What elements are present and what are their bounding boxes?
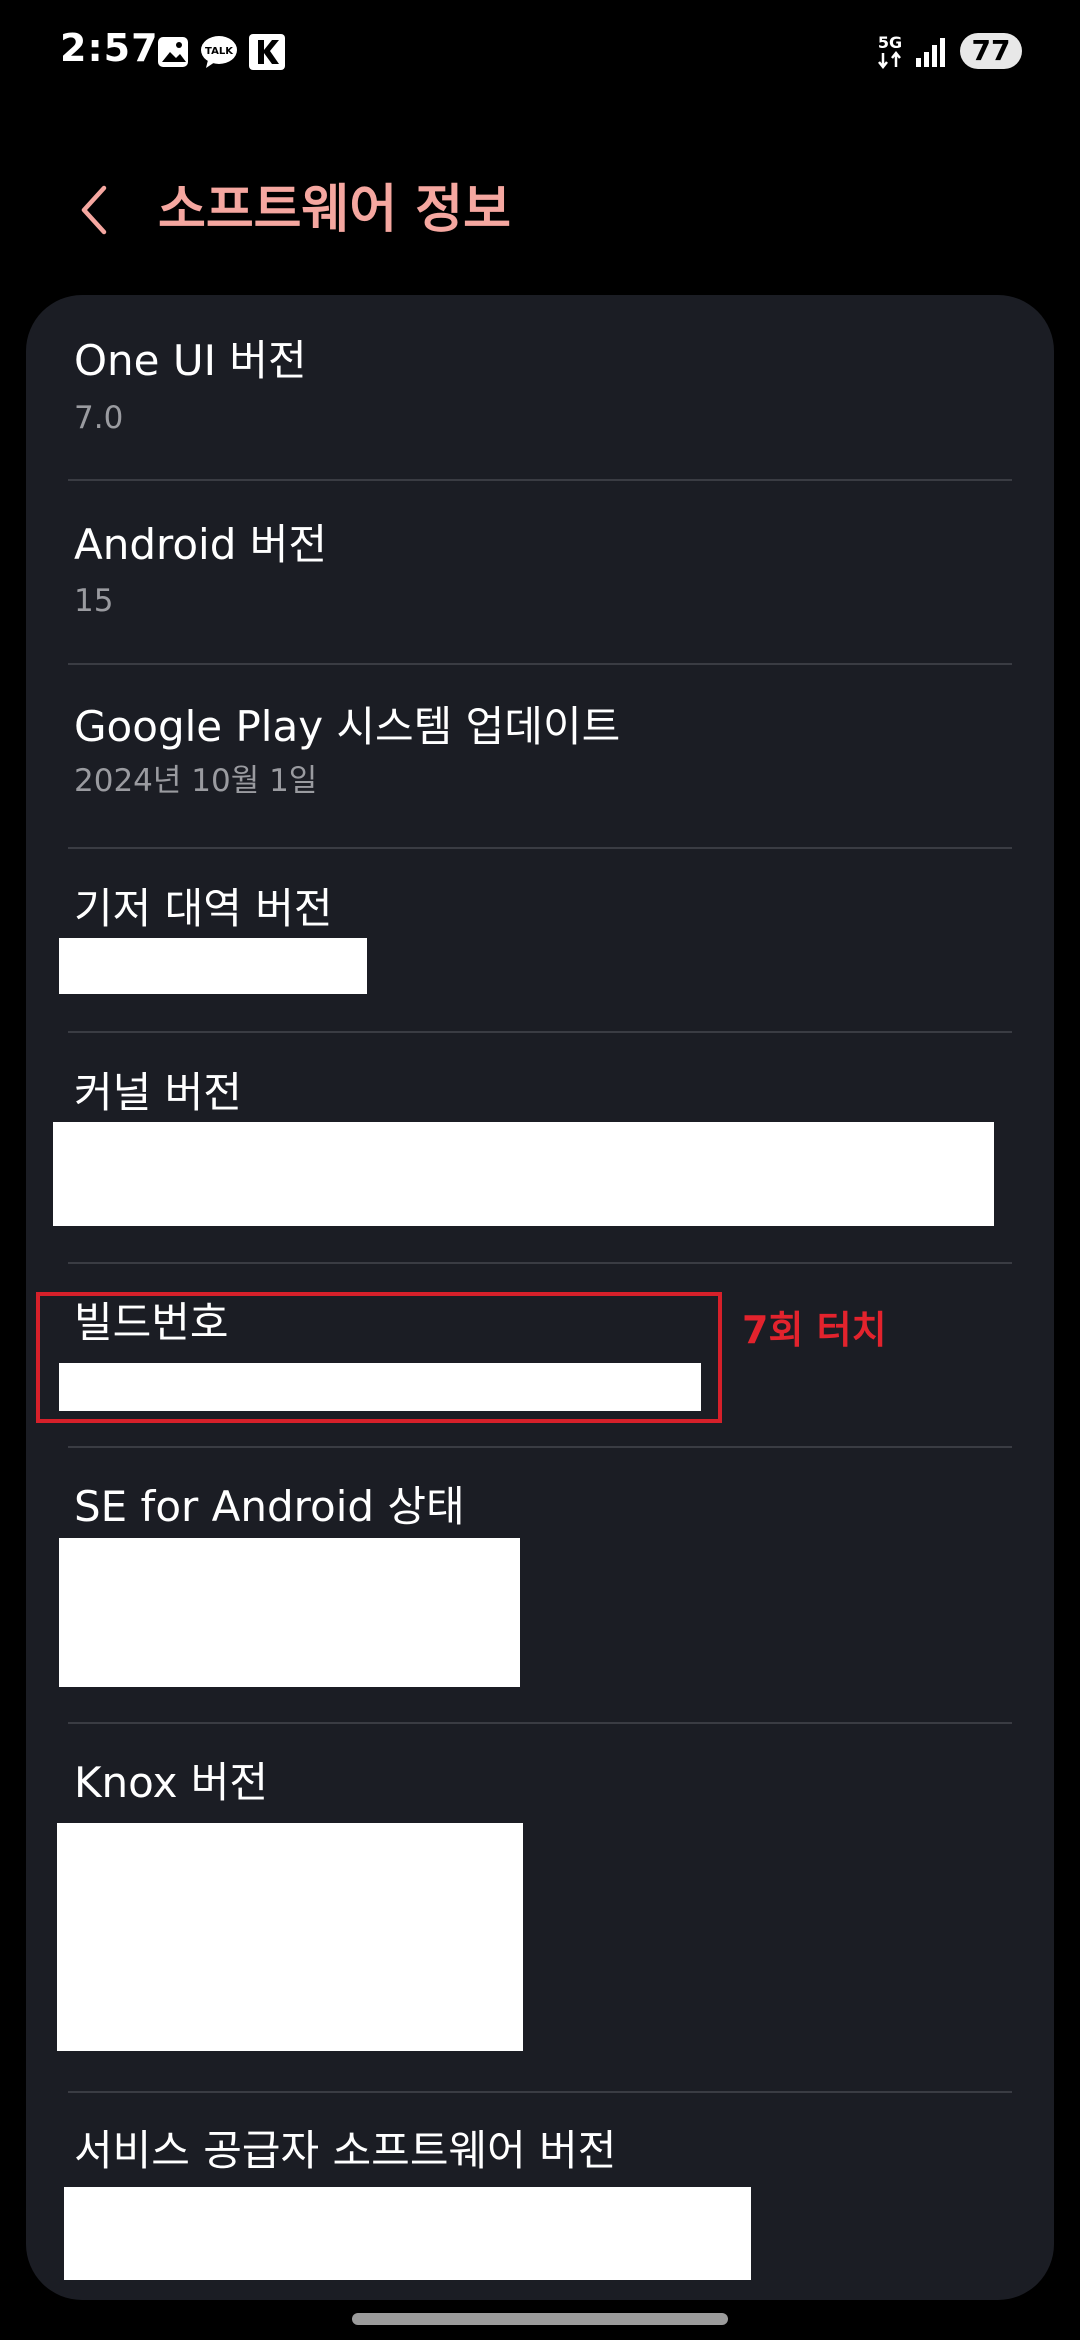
redacted-value — [64, 2187, 751, 2280]
gesture-navigation-handle[interactable] — [352, 2313, 728, 2325]
page-title: 소프트웨어 정보 — [158, 180, 511, 240]
item-title: 커널 버전 — [74, 1068, 242, 1117]
signal-strength-icon — [916, 38, 945, 67]
redacted-value — [59, 1538, 520, 1687]
list-item-se-for-android-status[interactable]: SE for Android 상태 — [26, 1448, 1054, 1723]
item-title: One UI 버전 — [74, 336, 307, 385]
redacted-value — [57, 1823, 523, 2051]
item-value: 7.0 — [74, 400, 124, 436]
gallery-icon — [158, 37, 188, 67]
item-title: 기저 대역 버전 — [74, 884, 333, 933]
battery-indicator: 77 — [960, 33, 1022, 69]
list-item-knox-version[interactable]: Knox 버전 — [26, 1724, 1054, 2092]
battery-level: 77 — [971, 34, 1011, 67]
software-info-card: One UI 버전 7.0 Android 버전 15 Google Play … — [26, 295, 1054, 2300]
list-item-baseband-version[interactable]: 기저 대역 버전 — [26, 849, 1054, 1032]
app-header: 소프트웨어 정보 — [0, 150, 1080, 270]
redacted-value — [53, 1122, 994, 1226]
redacted-value — [59, 938, 367, 994]
talk-icon-label: TALK — [205, 46, 234, 57]
network-type-label: 5G — [878, 33, 902, 52]
item-title: SE for Android 상태 — [74, 1482, 465, 1531]
item-title: Android 버전 — [74, 520, 328, 569]
item-title: Knox 버전 — [74, 1758, 269, 1807]
list-item-service-provider-sw-version[interactable]: 서비스 공급자 소프트웨어 버전 — [26, 2093, 1054, 2300]
list-item-kernel-version[interactable]: 커널 버전 — [26, 1033, 1054, 1263]
build-number-highlight — [36, 1292, 722, 1423]
status-time: 2:57 — [60, 26, 159, 70]
item-value: 15 — [74, 583, 114, 619]
network-5g-icon: 5G — [878, 33, 902, 70]
tap-instruction-annotation: 7회 터치 — [742, 1308, 887, 1352]
list-item-one-ui-version[interactable]: One UI 버전 7.0 — [26, 295, 1054, 480]
back-button[interactable] — [66, 180, 126, 240]
item-value: 2024년 10월 1일 — [74, 763, 318, 799]
k-app-icon — [249, 34, 285, 70]
status-bar: 2:57 TALK 5G 77 — [0, 0, 1080, 105]
list-item-google-play-system-update[interactable]: Google Play 시스템 업데이트 2024년 10월 1일 — [26, 665, 1054, 848]
item-title: 서비스 공급자 소프트웨어 버전 — [74, 2126, 617, 2175]
item-title: Google Play 시스템 업데이트 — [74, 702, 621, 751]
kakaotalk-icon: TALK — [201, 36, 237, 68]
chevron-left-icon — [81, 185, 107, 235]
list-item-android-version[interactable]: Android 버전 15 — [26, 481, 1054, 664]
